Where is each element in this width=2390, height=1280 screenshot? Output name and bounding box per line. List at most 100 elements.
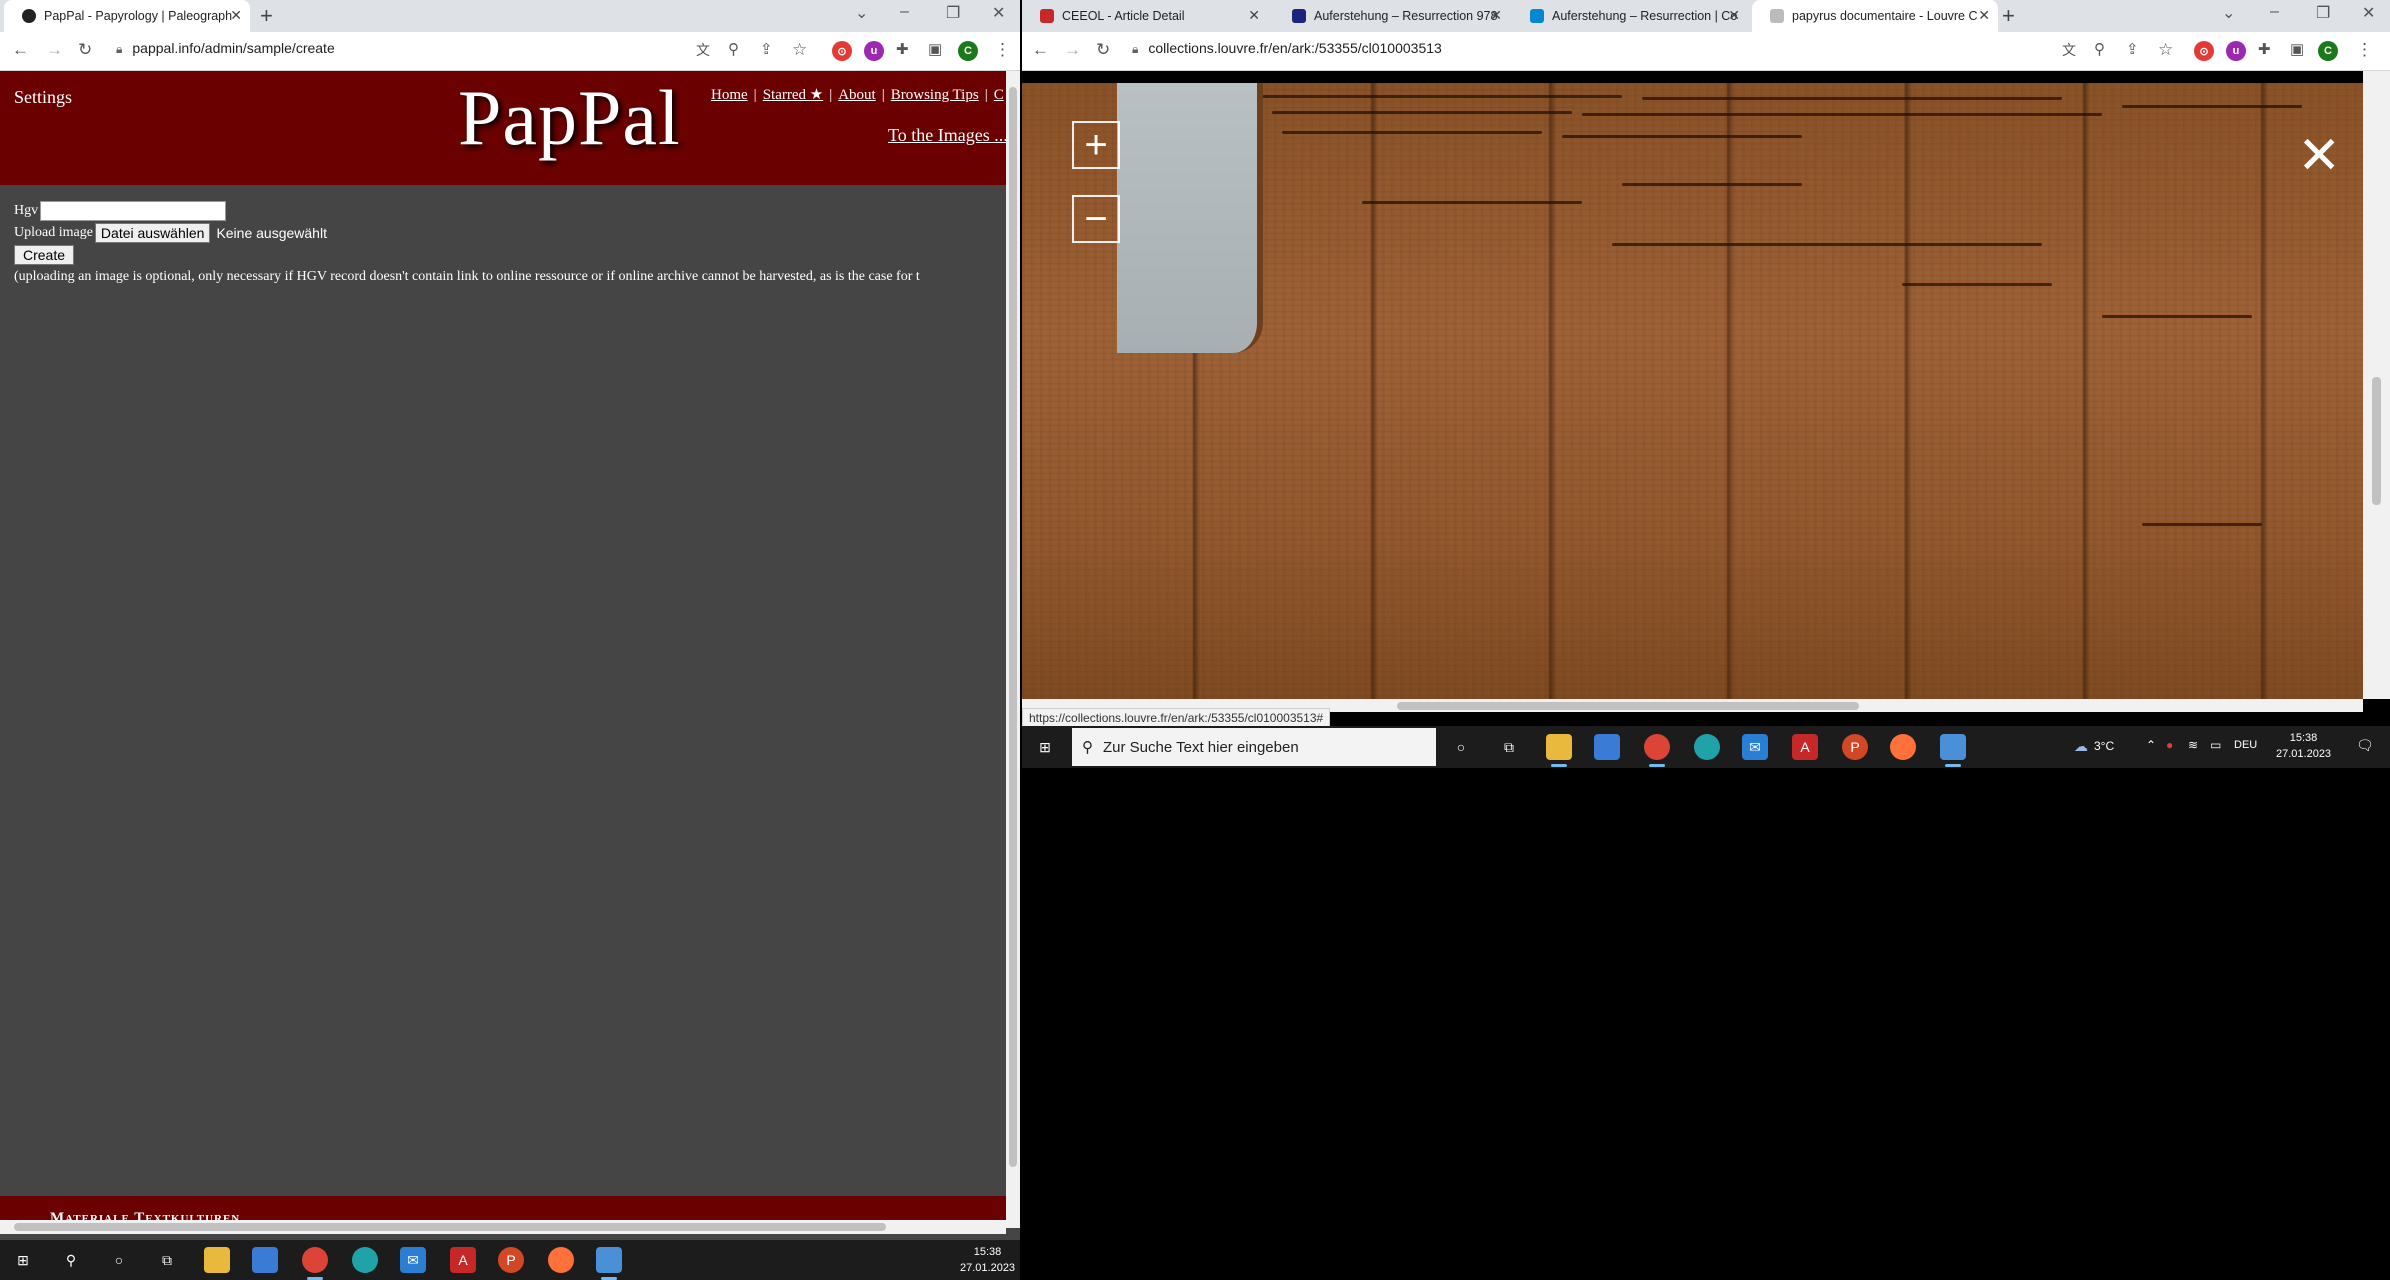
horizontal-scrollbar[interactable]	[0, 1220, 1006, 1234]
close-tab-icon[interactable]: ✕	[1728, 7, 1740, 24]
close-window-button[interactable]: ✕	[2362, 3, 2375, 23]
reload-icon[interactable]: ↻	[1096, 40, 1110, 60]
close-tab-icon[interactable]: ✕	[1978, 7, 1990, 24]
tray-app-icon[interactable]: ●	[2166, 738, 2173, 752]
network-icon[interactable]: ≋	[2188, 738, 2198, 752]
restore-button[interactable]: ❐	[2316, 3, 2330, 23]
extension-purple-icon[interactable]: u	[2226, 41, 2246, 61]
task-view-icon[interactable]: ⧉	[1496, 734, 1522, 760]
store-icon[interactable]	[252, 1247, 278, 1273]
windows-start-icon[interactable]: ⊞	[1032, 734, 1058, 760]
zoom-icon[interactable]: ⚲	[2094, 40, 2105, 58]
extension-red-icon[interactable]: ⊙	[2194, 41, 2214, 61]
scrollbar-thumb[interactable]	[1009, 87, 1017, 1167]
mail-icon[interactable]: ✉	[1742, 734, 1768, 760]
scrollbar-thumb[interactable]	[2372, 377, 2381, 505]
side-panel-icon[interactable]: ▣	[2290, 40, 2304, 58]
zoom-out-button[interactable]: −	[1072, 195, 1120, 243]
acrobat-icon[interactable]: A	[1792, 734, 1818, 760]
powerpoint-icon[interactable]: P	[1842, 734, 1868, 760]
cortana-icon[interactable]: ○	[106, 1247, 132, 1273]
search-icon[interactable]: ⚲	[58, 1247, 84, 1273]
restore-button[interactable]: ❐	[946, 3, 960, 23]
firefox-icon[interactable]	[548, 1247, 574, 1273]
tab-louvre[interactable]: papyrus documentaire - Louvre C ✕	[1752, 0, 1998, 32]
nav-home[interactable]: Home	[711, 87, 748, 103]
close-tab-icon[interactable]: ✕	[1490, 7, 1502, 24]
create-button[interactable]: Create	[14, 245, 75, 265]
tab-auferstehung-2[interactable]: Auferstehung – Resurrection | Co ✕	[1512, 0, 1748, 32]
bookmark-star-icon[interactable]: ☆	[2158, 40, 2173, 60]
new-tab-button[interactable]: +	[2002, 3, 2015, 29]
forward-arrow-icon[interactable]: →	[46, 40, 63, 60]
tab-search-chevron-icon[interactable]: ⌄	[855, 3, 868, 23]
tab-ceeol[interactable]: CEEOL - Article Detail ✕	[1022, 0, 1268, 32]
close-tab-icon[interactable]: ✕	[1248, 7, 1260, 24]
cortana-icon[interactable]: ○	[1448, 734, 1474, 760]
pappal-logo[interactable]: PapPal	[458, 73, 681, 163]
to-the-images-link[interactable]: To the Images ...	[888, 125, 1008, 146]
tab-auferstehung-1[interactable]: Auferstehung – Resurrection 978 ✕	[1274, 0, 1510, 32]
back-arrow-icon[interactable]: ←	[1032, 40, 1049, 60]
mail-icon[interactable]: ✉	[400, 1247, 426, 1273]
notifications-icon[interactable]: 🗨︎	[2356, 737, 2374, 754]
translate-icon[interactable]: 文	[2062, 40, 2076, 60]
vertical-scrollbar[interactable]	[1006, 71, 1020, 1228]
edge-icon[interactable]	[1694, 734, 1720, 760]
photos-icon[interactable]	[596, 1247, 622, 1280]
bookmark-star-icon[interactable]: ☆	[792, 40, 807, 60]
show-hidden-icons-chevron-icon[interactable]: ⌃	[2146, 738, 2156, 752]
choose-file-button[interactable]: Datei auswählen	[94, 223, 211, 243]
tab-search-chevron-icon[interactable]: ⌄	[2222, 3, 2235, 23]
back-arrow-icon[interactable]: ←	[12, 40, 29, 60]
powerpoint-icon[interactable]: P	[498, 1247, 524, 1273]
share-icon[interactable]: ⇪	[760, 40, 773, 58]
share-icon[interactable]: ⇪	[2126, 40, 2139, 58]
scrollbar-thumb[interactable]	[1397, 702, 1859, 710]
settings-link[interactable]: Settings	[14, 87, 72, 108]
image-viewer[interactable]: + − ✕	[1022, 71, 2363, 699]
windows-start-icon[interactable]: ⊞	[10, 1247, 36, 1273]
translate-icon[interactable]: 文	[696, 40, 710, 60]
vertical-scrollbar[interactable]	[2363, 71, 2390, 699]
extensions-puzzle-icon[interactable]: ✚	[896, 40, 909, 58]
clock[interactable]: 15:38 27.01.2023	[960, 1244, 1015, 1276]
acrobat-icon[interactable]: A	[450, 1247, 476, 1273]
tab-pappal[interactable]: PapPal - Papyrology | Paleograph ✕	[4, 0, 250, 32]
address-bar[interactable]: 🔒︎ collections.louvre.fr/en/ark:/53355/cl…	[1132, 40, 1442, 57]
edge-icon[interactable]	[352, 1247, 378, 1273]
clock[interactable]: 15:38 27.01.2023	[2276, 730, 2331, 762]
nav-truncated[interactable]: C	[994, 87, 1004, 103]
firefox-icon[interactable]	[1890, 734, 1916, 760]
new-tab-button[interactable]: +	[260, 3, 273, 29]
minimize-button[interactable]: –	[900, 3, 909, 21]
weather-temperature[interactable]: 3°C	[2094, 739, 2114, 753]
nav-about[interactable]: About	[838, 87, 876, 103]
extension-red-icon[interactable]: ⊙	[832, 41, 852, 61]
store-icon[interactable]	[1594, 734, 1620, 760]
taskbar-search-box[interactable]: ⚲ Zur Suche Text hier eingeben	[1072, 728, 1436, 766]
task-view-icon[interactable]: ⧉	[154, 1247, 180, 1273]
extension-purple-icon[interactable]: u	[864, 41, 884, 61]
zoom-in-button[interactable]: +	[1072, 121, 1120, 169]
address-bar[interactable]: 🔒︎ pappal.info/admin/sample/create	[116, 40, 335, 57]
battery-icon[interactable]: ▭	[2210, 738, 2221, 752]
nav-starred[interactable]: Starred ★	[763, 87, 824, 103]
close-tab-icon[interactable]: ✕	[230, 7, 242, 24]
reload-icon[interactable]: ↻	[78, 40, 92, 60]
minimize-button[interactable]: –	[2270, 3, 2279, 21]
scrollbar-thumb[interactable]	[14, 1223, 886, 1231]
hgv-input[interactable]	[40, 201, 227, 221]
nav-browsing-tips[interactable]: Browsing Tips	[891, 87, 979, 103]
menu-kebab-icon[interactable]: ⋮	[994, 40, 1011, 60]
menu-kebab-icon[interactable]: ⋮	[2356, 40, 2373, 60]
file-explorer-icon[interactable]	[204, 1247, 230, 1273]
chrome-icon[interactable]	[302, 1247, 328, 1280]
close-window-button[interactable]: ✕	[992, 3, 1005, 23]
profile-avatar[interactable]: C	[2318, 41, 2338, 61]
side-panel-icon[interactable]: ▣	[928, 40, 942, 58]
language-indicator[interactable]: DEU	[2234, 739, 2257, 751]
chrome-icon[interactable]	[1644, 734, 1670, 767]
zoom-icon[interactable]: ⚲	[728, 40, 739, 58]
extensions-puzzle-icon[interactable]: ✚	[2258, 40, 2271, 58]
